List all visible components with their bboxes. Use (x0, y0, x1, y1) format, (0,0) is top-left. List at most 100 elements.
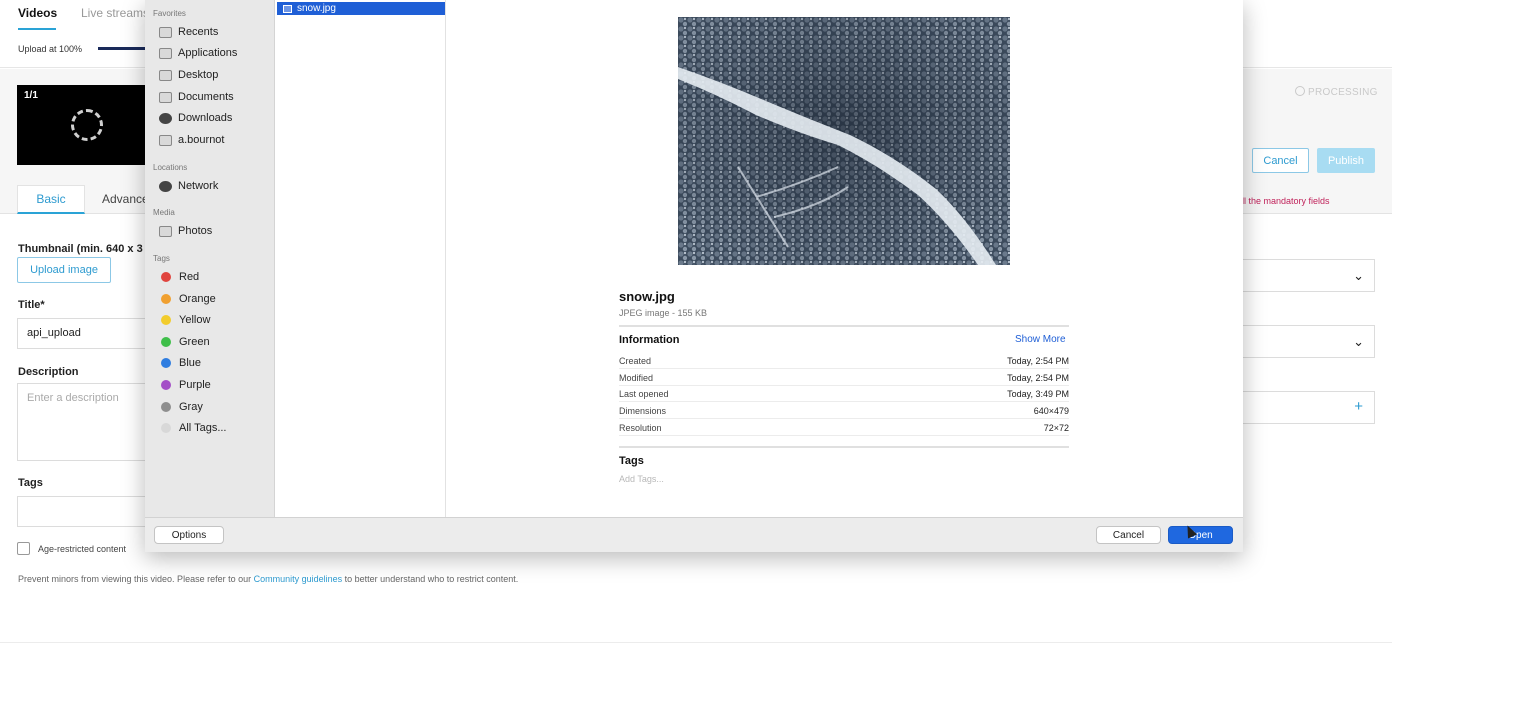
sidebar-item-label: Green (179, 336, 210, 348)
sidebar-item-label: Photos (178, 225, 213, 237)
sidebar-item-desktop[interactable]: Desktop (159, 66, 218, 84)
publish-button[interactable]: Publish (1317, 148, 1375, 173)
chevron-down-icon: ⌄ (1353, 334, 1364, 349)
sidebar-item-network[interactable]: Network (159, 177, 218, 195)
required-mark: * (40, 299, 45, 311)
tab-advanced[interactable]: Advance (102, 192, 149, 206)
tag-dot-icon (161, 358, 171, 368)
processing-label: PROCESSING (1308, 87, 1378, 98)
help-text-after: to better understand who to restrict con… (342, 574, 519, 584)
title-input[interactable]: api_upload (17, 318, 157, 349)
tags-input[interactable] (17, 496, 157, 527)
sidebar-tag-blue[interactable]: Blue (159, 354, 201, 372)
add-tags-input[interactable]: Add Tags... (619, 474, 664, 484)
info-row-resolution: Resolution 72×72 (619, 420, 1069, 436)
sidebar-item-home[interactable]: a.bournot (159, 131, 224, 149)
file-preview-pane: snow.jpg JPEG image - 155 KB Information… (447, 0, 1243, 517)
preview-file-name: snow.jpg (619, 289, 675, 304)
sidebar-item-documents[interactable]: Documents (159, 88, 234, 106)
sidebar-item-label: Red (179, 271, 200, 283)
tags-heading: Tags (619, 455, 644, 467)
file-browser-column: snow.jpg (276, 0, 446, 517)
image-preview (678, 17, 1010, 265)
sidebar-tag-gray[interactable]: Gray (159, 398, 203, 416)
mandatory-fields-warning: ll the mandatory fields (1242, 196, 1330, 206)
sidebar-item-label: Recents (178, 26, 219, 38)
sidebar-item-label: Applications (178, 47, 238, 59)
divider (0, 642, 1392, 643)
upload-image-button[interactable]: Upload image (17, 257, 111, 283)
info-key: Resolution (619, 422, 662, 433)
plus-icon: + (1354, 398, 1363, 415)
sidebar-item-recents[interactable]: Recents (159, 23, 218, 41)
tags-heading: Tags (153, 254, 170, 263)
language-select[interactable]: ⌄ (1242, 325, 1375, 358)
sidebar-tag-all[interactable]: All Tags... (159, 419, 227, 437)
help-text-before: Prevent minors from viewing this video. … (18, 574, 254, 584)
dialog-sidebar: Favorites Recents Applications Desktop D… (145, 0, 275, 517)
thumbnail-label: Thumbnail (min. 640 x 3 (18, 243, 143, 255)
media-heading: Media (153, 208, 175, 217)
sidebar-item-photos[interactable]: Photos (159, 222, 212, 240)
sidebar-item-applications[interactable]: Applications (159, 44, 237, 62)
info-row-last-opened: Last opened Today, 3:49 PM (619, 386, 1069, 402)
category-select[interactable]: ⌄ (1242, 259, 1375, 292)
locations-heading: Locations (153, 163, 188, 172)
home-folder-icon (159, 134, 172, 146)
image-file-icon (283, 4, 292, 13)
sidebar-item-label: Documents (178, 91, 234, 103)
age-restricted-checkbox[interactable] (17, 542, 30, 555)
show-more-link[interactable]: Show More (1015, 334, 1066, 345)
divider (619, 325, 1069, 327)
file-row-selected[interactable]: snow.jpg (277, 2, 445, 15)
tag-dot-icon (161, 402, 171, 412)
tab-live-streams[interactable]: Live streams (81, 6, 149, 20)
info-key: Last opened (619, 388, 669, 399)
tab-basic[interactable]: Basic (17, 185, 85, 214)
options-button[interactable]: Options (154, 526, 224, 544)
dialog-footer: Options Cancel Open (145, 517, 1243, 552)
camera-icon (159, 225, 172, 237)
info-key: Dimensions (619, 405, 667, 416)
sidebar-item-label: Network (178, 180, 219, 192)
sidebar-item-label: Blue (179, 357, 202, 369)
divider (619, 446, 1069, 448)
sidebar-tag-green[interactable]: Green (159, 333, 210, 351)
clock-icon (1295, 86, 1305, 96)
info-value: Today, 2:54 PM (1007, 372, 1069, 383)
sidebar-tag-yellow[interactable]: Yellow (159, 311, 210, 329)
sidebar-item-label: Downloads (178, 112, 233, 124)
age-restricted-label: Age-restricted content (38, 544, 127, 554)
tag-dot-icon (161, 423, 171, 433)
sidebar-item-label: Purple (179, 379, 211, 391)
description-input[interactable]: Enter a description (17, 383, 157, 461)
tag-dot-icon (161, 272, 171, 282)
desktop-icon (159, 69, 172, 81)
community-guidelines-link[interactable]: Community guidelines (254, 574, 343, 584)
title-label: Title* (18, 299, 45, 311)
sidebar-item-label: All Tags... (179, 422, 227, 434)
dialog-cancel-button[interactable]: Cancel (1096, 526, 1161, 544)
info-key: Created (619, 355, 652, 366)
sidebar-tag-red[interactable]: Red (159, 268, 199, 286)
open-button[interactable]: Open (1168, 526, 1233, 544)
upload-progress-bar (98, 47, 148, 50)
sidebar-item-downloads[interactable]: Downloads (159, 109, 232, 127)
age-restriction-help: Prevent minors from viewing this video. … (18, 574, 518, 584)
info-row-modified: Modified Today, 2:54 PM (619, 370, 1069, 386)
sidebar-tag-orange[interactable]: Orange (159, 290, 216, 308)
sidebar-tag-purple[interactable]: Purple (159, 376, 211, 394)
documents-icon (159, 91, 172, 103)
file-open-dialog: Favorites Recents Applications Desktop D… (145, 0, 1243, 552)
tab-videos[interactable]: Videos (18, 6, 57, 20)
favorites-heading: Favorites (153, 9, 186, 18)
cancel-button[interactable]: Cancel (1252, 148, 1309, 173)
clock-icon (159, 26, 172, 38)
sidebar-item-label: Gray (179, 401, 203, 413)
description-label: Description (18, 366, 79, 378)
info-value: 640×479 (1033, 405, 1069, 416)
sidebar-item-label: Orange (179, 293, 216, 305)
sidebar-item-label: Desktop (178, 69, 219, 81)
playlist-select[interactable]: + (1242, 391, 1375, 424)
download-icon (159, 112, 172, 124)
